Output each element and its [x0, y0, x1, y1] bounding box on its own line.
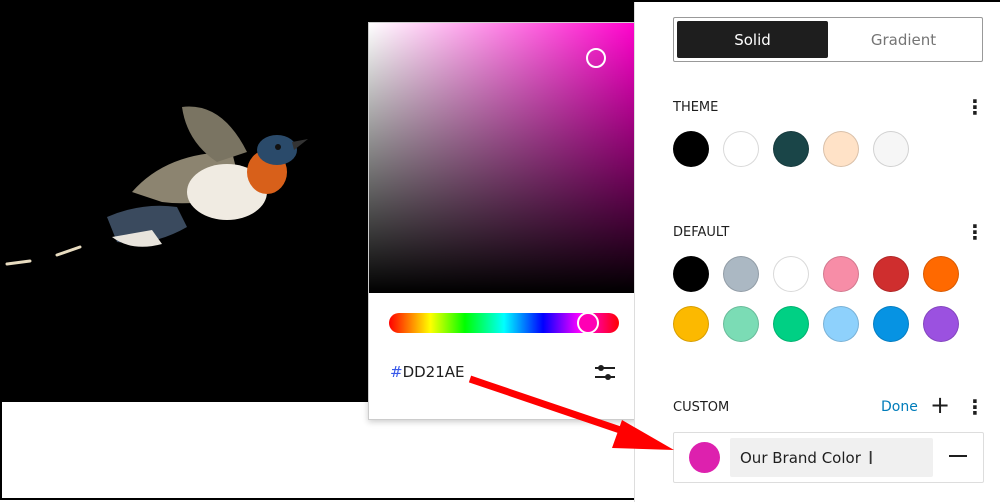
- hue-handle[interactable]: [577, 312, 599, 334]
- default-swatch[interactable]: [723, 256, 759, 292]
- sliders-icon[interactable]: [593, 361, 617, 385]
- default-options-icon[interactable]: ⋮: [965, 222, 985, 242]
- remove-color-icon[interactable]: [949, 455, 967, 457]
- default-swatch[interactable]: [823, 306, 859, 342]
- add-color-icon[interactable]: +: [930, 393, 950, 417]
- color-type-toggle: Solid Gradient: [673, 17, 983, 62]
- done-button[interactable]: Done: [881, 399, 918, 415]
- theme-heading: THEME: [673, 100, 719, 115]
- color-name-input[interactable]: Our Brand Color I: [730, 438, 933, 477]
- color-picker-popover: #DD21AE: [368, 22, 638, 420]
- default-swatch[interactable]: [773, 306, 809, 342]
- default-swatch[interactable]: [673, 256, 709, 292]
- default-swatch[interactable]: [823, 256, 859, 292]
- theme-swatch[interactable]: [673, 131, 709, 167]
- text-cursor-icon: I: [868, 448, 874, 469]
- default-swatch[interactable]: [923, 306, 959, 342]
- default-swatch[interactable]: [873, 306, 909, 342]
- custom-heading: CUSTOM: [673, 400, 730, 415]
- theme-options-icon[interactable]: ⋮: [965, 97, 985, 117]
- default-swatch[interactable]: [873, 256, 909, 292]
- theme-swatch[interactable]: [823, 131, 859, 167]
- custom-color-item: Our Brand Color I: [673, 432, 984, 483]
- default-swatch[interactable]: [673, 306, 709, 342]
- theme-swatch[interactable]: [723, 131, 759, 167]
- custom-color-swatch[interactable]: [689, 442, 720, 473]
- theme-swatch[interactable]: [773, 131, 809, 167]
- default-swatch[interactable]: [773, 256, 809, 292]
- theme-swatch[interactable]: [873, 131, 909, 167]
- hex-value[interactable]: #DD21AE: [390, 363, 465, 381]
- default-swatch[interactable]: [723, 306, 759, 342]
- saturation-area[interactable]: [369, 23, 637, 293]
- color-settings-panel: Solid Gradient THEME ⋮ DEFAULT ⋮ CUSTOM …: [634, 2, 1000, 502]
- default-swatch[interactable]: [923, 256, 959, 292]
- tab-gradient[interactable]: Gradient: [828, 21, 979, 58]
- custom-options-icon[interactable]: ⋮: [965, 397, 985, 417]
- saturation-handle[interactable]: [586, 48, 606, 68]
- tab-solid[interactable]: Solid: [677, 21, 828, 58]
- default-heading: DEFAULT: [673, 225, 730, 240]
- hue-slider[interactable]: [389, 312, 619, 334]
